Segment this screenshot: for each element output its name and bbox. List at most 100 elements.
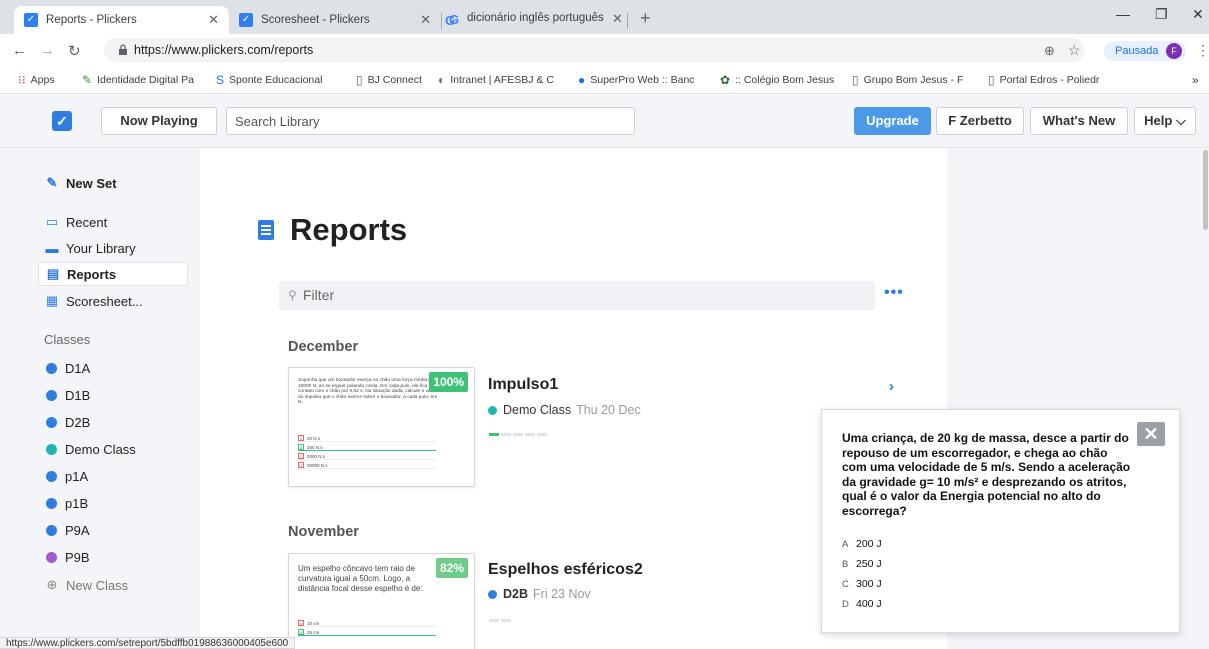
class-color-dot: [488, 405, 497, 415]
thumbnail-answer: B 25 cm: [298, 629, 436, 636]
class-color-dot: [46, 524, 57, 536]
tab-close-icon[interactable]: ✕: [208, 12, 219, 28]
browser-menu-icon[interactable]: ⋮: [1196, 42, 1209, 59]
more-options-icon[interactable]: •••: [884, 284, 904, 302]
close-window-icon[interactable]: ✕: [1192, 6, 1204, 23]
bookmarks-overflow-icon[interactable]: »: [1192, 73, 1199, 87]
thumbnail-question: Suponha que um boxeador exerça no chão u…: [298, 378, 438, 405]
address-bar: ← → ↻ https://www.plickers.com/reports ⊕…: [0, 34, 1209, 66]
classes-heading: Classes: [44, 332, 91, 347]
sidebar-class-p9b[interactable]: P9B: [38, 545, 188, 569]
help-button[interactable]: Help ⌵: [1134, 107, 1196, 135]
sidebar-item-reports[interactable]: ▤ Reports: [38, 262, 188, 286]
plickers-favicon-icon: ✓: [239, 13, 253, 27]
zoom-icon[interactable]: ⊕: [1044, 43, 1055, 59]
chevron-right-icon[interactable]: ›: [889, 378, 894, 395]
sponte-icon: S: [216, 73, 225, 87]
popup-close-button[interactable]: ✕: [1137, 422, 1165, 446]
sidebar: ✎ New Set ▭ Recent ▬ Your Library ▤ Repo…: [0, 148, 200, 649]
class-color-dot: [46, 470, 57, 482]
report-thumbnail[interactable]: Suponha que um boxeador exerça no chão u…: [288, 367, 475, 487]
now-playing-button[interactable]: Now Playing: [101, 107, 217, 135]
reports-icon: ▤: [46, 266, 60, 281]
class-color-dot: [46, 551, 57, 563]
thumbnail-answer: D 20000 N.s: [298, 462, 436, 469]
thumbnail-answer: B 200 N.s: [298, 444, 436, 451]
tab-close-icon[interactable]: ✕: [612, 11, 623, 27]
report-thumbnail[interactable]: Um espelho côncavo tem raio de curvatura…: [288, 553, 475, 649]
bookmark-portal-edros[interactable]: ▯ Portal Edros - Poliedr: [988, 73, 1099, 87]
question-popup: Uma criança, de 20 kg de massa, desce a …: [821, 409, 1180, 633]
class-color-dot: [46, 443, 57, 455]
month-heading: November: [288, 524, 359, 540]
sidebar-class-d1a[interactable]: D1A: [38, 356, 188, 380]
superpro-icon: ●: [578, 73, 586, 87]
sidebar-class-d2b[interactable]: D2B: [38, 410, 188, 434]
tab-title: Reports - Plickers: [46, 14, 137, 26]
apps-grid-icon: ⁝⁝: [18, 73, 26, 87]
class-color-dot: [46, 416, 57, 428]
minimize-icon[interactable]: —: [1116, 6, 1130, 22]
sidebar-class-p9a[interactable]: P9A: [38, 518, 188, 542]
bookmark-apps[interactable]: ⁝⁝ Apps: [18, 73, 55, 87]
sidebar-class-p1a[interactable]: p1A: [38, 464, 188, 488]
new-set-button[interactable]: ✎ New Set: [38, 171, 188, 195]
bookmark-star-icon[interactable]: ☆: [1068, 42, 1081, 59]
sidebar-class-d1b[interactable]: D1B: [38, 383, 188, 407]
user-menu-button[interactable]: F Zerbetto: [936, 107, 1024, 135]
reports-title-icon: [258, 220, 274, 240]
back-arrow-icon[interactable]: ←: [12, 42, 27, 59]
sidebar-class-demo-class[interactable]: Demo Class: [38, 437, 188, 461]
popup-option: B 250 J: [842, 558, 882, 570]
url-text[interactable]: https://www.plickers.com/reports: [134, 43, 313, 57]
leaf-icon: ✎: [82, 73, 93, 87]
upgrade-button[interactable]: Upgrade: [854, 107, 931, 135]
lock-icon: [119, 44, 127, 55]
set-date: Fri 23 Nov: [533, 587, 591, 601]
tab-close-icon[interactable]: ✕: [420, 12, 431, 28]
score-badge: 82%: [435, 558, 468, 578]
page-title: Reports: [290, 212, 408, 247]
bookmark-superpro[interactable]: ● SuperPro Web :: Banc: [578, 73, 695, 87]
plickers-logo-icon[interactable]: ✓: [52, 111, 72, 131]
bookmarks-bar: ⁝⁝ Apps ✎ Identidade Digital Pa S Sponte Ed…: [0, 66, 1209, 94]
bookmark-bomjesus[interactable]: ✿:: Colégio Bom Jesus: [720, 73, 834, 87]
reload-icon[interactable]: ↻: [68, 42, 81, 60]
thumbnail-answer: C 2000 N.s: [298, 453, 436, 460]
class-color-dot: [46, 389, 57, 401]
new-tab-plus-icon[interactable]: +: [640, 8, 651, 29]
maximize-icon[interactable]: ❐: [1155, 6, 1168, 23]
new-class-button[interactable]: ⊕ New Class: [38, 573, 188, 597]
page-icon: ▯: [852, 73, 859, 87]
sidebar-item-your-library[interactable]: ▬ Your Library: [38, 236, 188, 260]
thumbnail-answer: A 20 N.s: [298, 435, 436, 442]
tab-reports[interactable]: ✓ Reports - Plickers ✕: [14, 6, 229, 34]
bookmark-identidade[interactable]: ✎ Identidade Digital Pa: [82, 73, 194, 87]
recent-tray-icon: ▭: [45, 214, 59, 229]
tab-scoresheet[interactable]: ✓ Scoresheet - Plickers ✕: [229, 6, 441, 34]
filter-input[interactable]: [279, 281, 875, 310]
set-class: D2B: [503, 587, 529, 601]
thumbnail-answer: A 10 cm: [298, 620, 436, 627]
google-favicon-icon: G: [449, 12, 460, 27]
sidebar-item-scoresheet[interactable]: ▦ Scoresheet...: [38, 289, 188, 313]
profile-button[interactable]: Pausada F: [1104, 41, 1186, 61]
tab-title: Scoresheet - Plickers: [261, 14, 370, 26]
forward-arrow-icon[interactable]: →: [40, 42, 55, 59]
sidebar-class-p1b[interactable]: p1B: [38, 491, 188, 515]
scrollbar[interactable]: [1203, 150, 1208, 230]
bookmark-intranet[interactable]: ◐ Intranet | AFESBJ & C: [438, 73, 554, 87]
class-color-dot: [488, 589, 497, 599]
bomjesus-icon: ✿: [720, 73, 731, 87]
set-title[interactable]: Espelhos esféricos2: [488, 561, 643, 579]
sidebar-item-recent[interactable]: ▭ Recent: [38, 210, 188, 234]
whats-new-button[interactable]: What's New: [1030, 107, 1128, 135]
search-library-input[interactable]: [226, 107, 635, 135]
bookmark-bjconnect[interactable]: ▯ BJ Connect: [356, 73, 422, 87]
new-set-icon: ✎: [46, 175, 58, 190]
bookmark-sponte[interactable]: S Sponte Educacional: [216, 73, 322, 87]
bookmark-grupo-bomjesus[interactable]: ▯ Grupo Bom Jesus - F: [852, 73, 963, 87]
app-topnav: ✓ Now Playing Upgrade F Zerbetto What's …: [0, 95, 1209, 148]
set-title[interactable]: Impulso1: [488, 376, 558, 394]
plickers-favicon-icon: ✓: [24, 13, 38, 27]
